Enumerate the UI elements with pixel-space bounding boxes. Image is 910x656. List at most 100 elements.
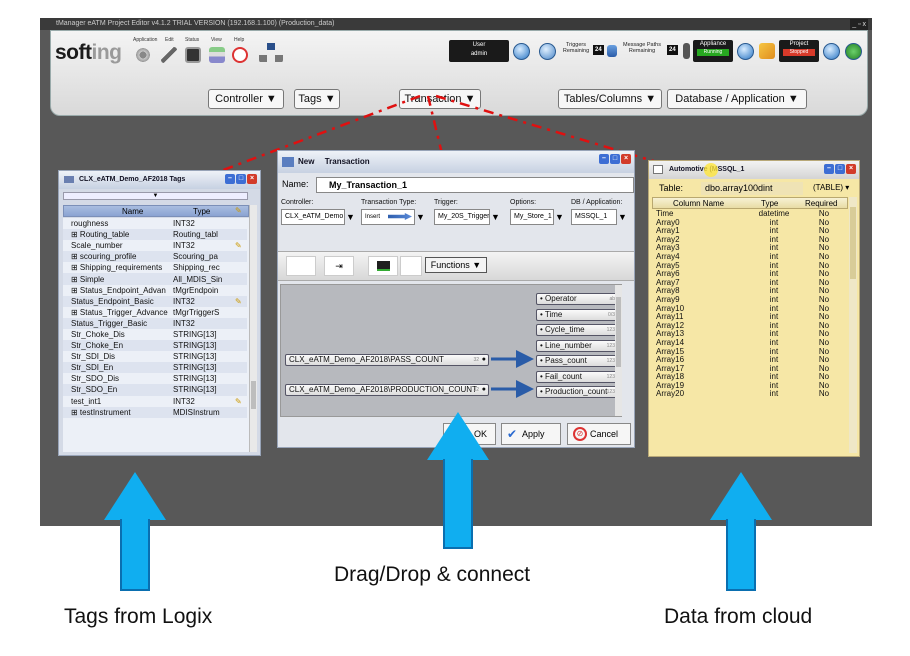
source-tag-pass-count[interactable]: CLX_eATM_Demo_AF2018\PASS_COUNT 32 ● [285,354,489,366]
minimize-icon[interactable]: – [225,174,235,184]
db-application-select[interactable]: MSSQL_1 [571,209,617,225]
tag-row[interactable]: Str_Choke_En STRING[13] [63,340,247,352]
close-icon[interactable]: × [621,154,631,164]
chevron-down-icon[interactable]: ▼ [345,210,356,224]
columns-scrollbar[interactable] [849,197,857,453]
tag-row[interactable]: roughness INT32 [63,218,247,229]
chevron-down-icon[interactable]: ▼ [617,210,628,224]
trigger-select[interactable]: My_20S_Trigger [434,209,490,225]
transaction-type-select[interactable]: Insert [361,209,415,225]
tag-row[interactable]: Str_SDO_Dis STRING[13] [63,373,247,384]
tag-row[interactable]: Str_SDI_En STRING[13] [63,362,247,374]
edit-pencil-icon[interactable] [235,351,247,362]
blank-tool-icon-2[interactable] [400,256,422,276]
column-row[interactable]: Array20 int No [652,390,848,399]
tag-row[interactable]: ⊞ Status_Trigger_Advance tMgrTriggerS [63,307,247,318]
tag-row[interactable]: ⊞ scouring_profile Scouring_pa [63,251,247,263]
tag-row[interactable]: Scale_number INT32 ✎ [63,240,247,251]
close-icon[interactable]: × [247,174,257,184]
table-panel-icon [653,165,663,174]
edit-pencil-icon[interactable] [235,362,247,373]
tag-row[interactable]: Status_Endpoint_Basic INT32 ✎ [63,295,247,307]
edit-pencil-icon[interactable] [235,229,247,240]
edit-pencil-icon[interactable]: ✎ [235,296,247,307]
arrow-right-icon [388,213,412,220]
transaction-type-label: Transaction Type: [361,199,417,206]
tag-row[interactable]: Status_Trigger_Basic INT32 [63,317,247,329]
name-input[interactable]: My_Transaction_1 [316,177,634,193]
chevron-down-icon[interactable]: ▼ [490,210,501,224]
edit-pencil-icon[interactable] [235,251,247,262]
source-tag-production-count-label: CLX_eATM_Demo_AF2018\PRODUCTION_COUNT [289,385,477,394]
destination-column[interactable]: • Operator ab [536,293,618,305]
tags-scrollbar[interactable] [249,205,257,452]
tag-row[interactable]: ⊞ Shipping_requirements Shipping_rec [63,262,247,273]
cancel-button-label: Cancel [590,429,619,439]
link-tool-icon[interactable]: ⇥ [324,256,354,276]
destination-column[interactable]: • Production_count 123 [536,386,618,398]
arrow-up-shaft-right [726,519,756,591]
options-select[interactable]: My_Store_1 [510,209,554,225]
destination-column[interactable]: • Pass_count 123 [536,355,618,367]
maximize-icon[interactable]: □ [236,174,246,184]
column-type: int [769,389,779,399]
tag-row[interactable]: Str_SDI_Dis STRING[13] [63,351,247,362]
monitor-tool-icon[interactable] [368,256,398,276]
tag-row[interactable]: ⊞ Routing_table Routing_tabl [63,229,247,241]
tag-name: Str_SDI_Dis [71,352,116,362]
mapping-scroll-thumb[interactable] [616,297,621,367]
edit-pencil-icon[interactable] [235,340,247,351]
source-tag-production-count[interactable]: CLX_eATM_Demo_AF2018\PRODUCTION_COUNT 32 ● [285,384,489,396]
edit-pencil-icon[interactable] [235,407,247,418]
destination-column[interactable]: • Fail_count 123 [536,370,618,383]
transaction-type-value: Insert [365,214,381,220]
edit-pencil-icon[interactable] [235,384,247,395]
minimize-icon[interactable]: – [824,164,834,174]
tags-col-type: Type [193,207,211,216]
mapping-scrollbar[interactable] [615,285,622,416]
cursor-highlight-icon [704,163,718,177]
destination-column[interactable]: • Time 0/3 [536,308,618,321]
close-icon[interactable]: × [846,164,856,174]
edit-pencil-icon[interactable]: ✎ [235,396,247,407]
controller-select[interactable]: CLX_eATM_Demo [281,209,345,225]
table-select[interactable]: dbo.array100dint [701,182,803,195]
maximize-icon[interactable]: □ [835,164,845,174]
cancel-button[interactable]: ⊘ Cancel [567,423,631,445]
tag-name: Str_SDO_En [71,385,118,395]
edit-pencil-icon[interactable] [235,373,247,384]
edit-pencil-icon[interactable] [235,329,247,340]
tags-scroll-thumb[interactable] [251,381,256,409]
transaction-window-buttons: – □ × [599,154,631,164]
edit-pencil-icon[interactable]: ✎ [235,240,247,251]
tag-row[interactable]: ⊞ Status_Endpoint_Advan tMgrEndpoin [63,285,247,296]
chevron-down-icon[interactable]: ▼ [554,210,565,224]
tag-row[interactable]: test_int1 INT32 ✎ [63,396,247,407]
chevron-down-icon[interactable]: ▼ [415,210,426,224]
destination-column[interactable]: • Line_number 123 [536,339,618,352]
table-kind-select[interactable]: (TABLE) ▾ [813,183,849,192]
apply-button[interactable]: ✔ Apply [501,423,561,445]
tag-row[interactable]: Str_SDO_En STRING[13] [63,384,247,396]
edit-pencil-icon[interactable] [235,218,247,229]
edit-pencil-icon[interactable] [235,262,247,273]
tag-row[interactable]: ⊞ testInstrument MDISInstrum [63,406,247,418]
tags-collapse-bar[interactable]: ▼ [63,192,248,200]
table-label: Table: [659,183,684,193]
edit-pencil-icon[interactable] [235,273,247,284]
columns-table-body: Time datetime No Array0 int No Array1 int No Arra… [652,210,848,453]
minimize-icon[interactable]: – [599,154,609,164]
columns-scroll-thumb[interactable] [850,207,856,279]
edit-pencil-icon[interactable] [235,285,247,296]
tag-name: ⊞ Status_Trigger_Advance [71,307,168,317]
tag-row[interactable]: Str_Choke_Dis STRING[13] [63,329,247,340]
blank-tool-icon[interactable] [286,256,316,276]
edit-pencil-icon[interactable] [235,307,247,318]
col-column-name: Column Name [673,199,725,208]
edit-pencil-icon[interactable] [235,318,247,329]
tag-row[interactable]: ⊞ Simple All_MDIS_Sin [63,273,247,285]
destination-column[interactable]: • Cycle_time 123 [536,324,618,336]
caption-drag-drop-connect: Drag/Drop & connect [334,563,531,586]
functions-dropdown[interactable]: Functions ▼ [425,257,487,273]
maximize-icon[interactable]: □ [610,154,620,164]
